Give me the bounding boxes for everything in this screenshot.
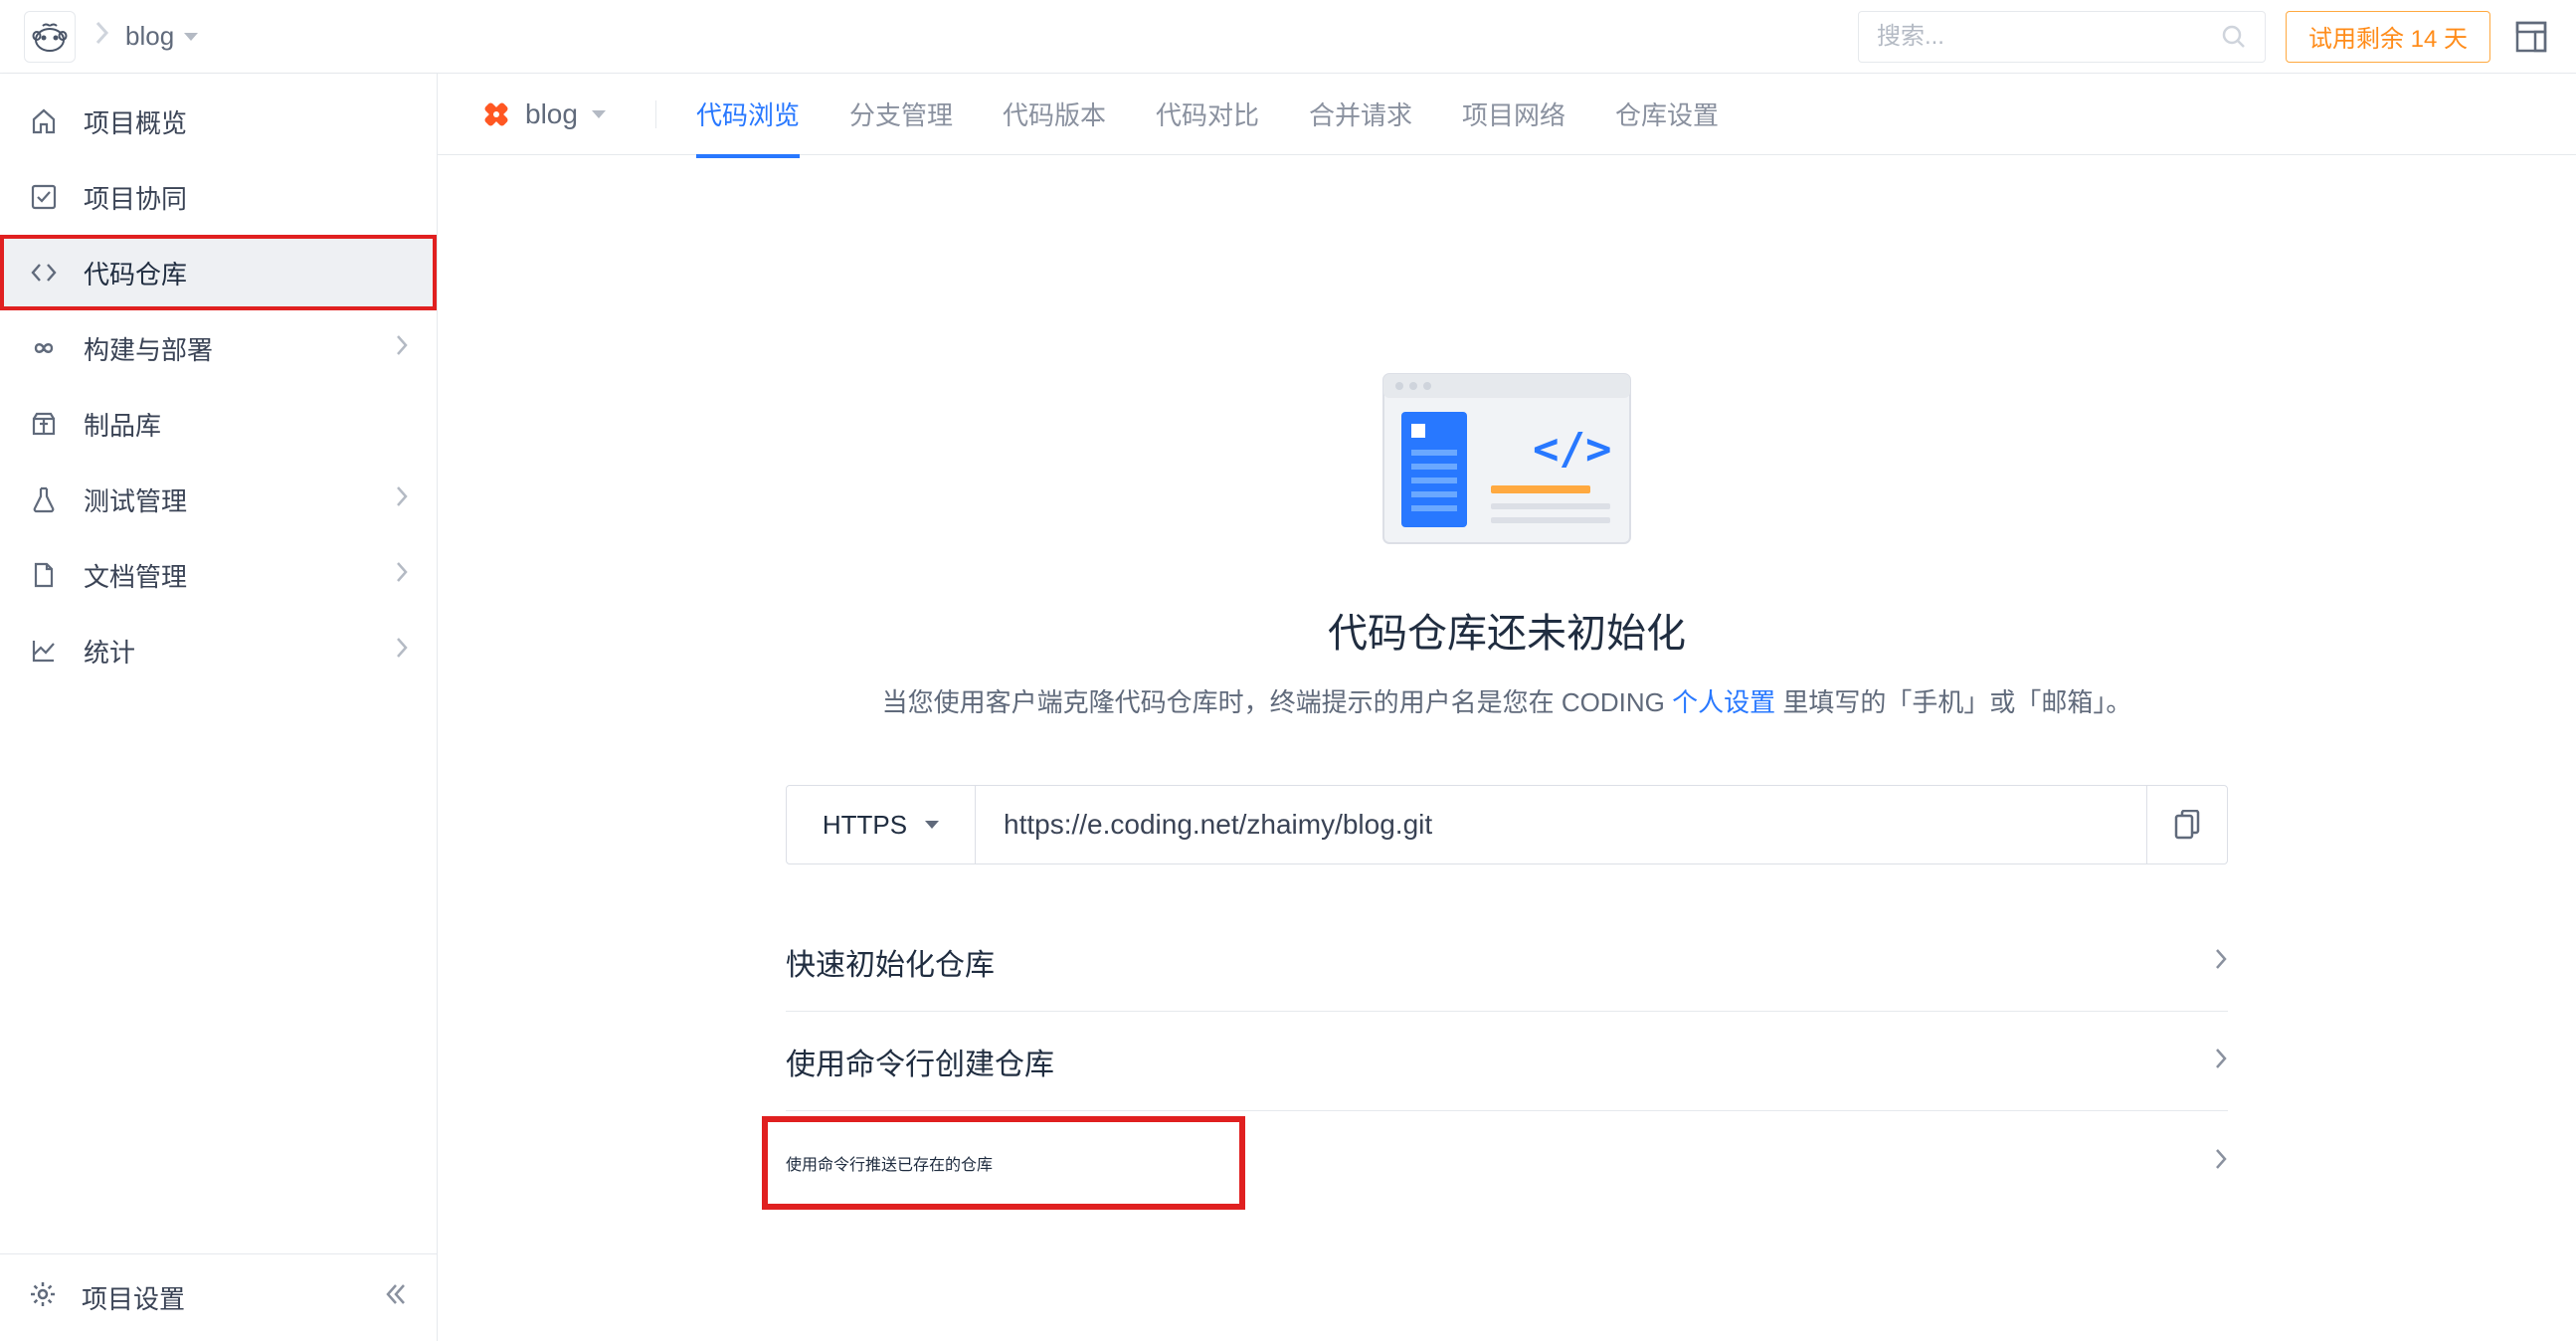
layout-icon xyxy=(2514,20,2548,54)
search-box[interactable] xyxy=(1858,11,2266,63)
main-content: blog 代码浏览分支管理代码版本代码对比合并请求项目网络仓库设置 </> xyxy=(438,74,2576,1341)
infinity-icon xyxy=(28,332,60,364)
repo-name: blog xyxy=(525,98,578,130)
chevron-right-icon xyxy=(395,636,409,667)
code-icon xyxy=(28,257,60,288)
clone-url-row: HTTPS https://e.coding.net/zhaimy/blog.g… xyxy=(786,785,2228,864)
sidebar-item-label: 项目协同 xyxy=(84,179,409,216)
sidebar-item-label: 构建与部署 xyxy=(84,330,371,367)
check-square-icon xyxy=(28,181,60,213)
empty-state: </> 代码仓库还未初始化 当您使用客户端克隆代码仓库时，终端提示的用户名是您在… xyxy=(438,155,2576,1211)
init-accordion: 快速初始化仓库使用命令行创建仓库使用命令行推送已存在的仓库 xyxy=(786,912,2228,1211)
search-icon xyxy=(2221,24,2247,50)
sidebar-item-check-square[interactable]: 项目协同 xyxy=(0,159,437,235)
sidebar-item-label: 文档管理 xyxy=(84,557,371,594)
sidebar-footer[interactable]: 项目设置 xyxy=(0,1253,437,1341)
sidebar-item-flask[interactable]: 测试管理 xyxy=(0,462,437,537)
personal-settings-link[interactable]: 个人设置 xyxy=(1672,687,1775,717)
clone-url-display[interactable]: https://e.coding.net/zhaimy/blog.git xyxy=(976,786,2147,863)
tab[interactable]: 代码浏览 xyxy=(696,74,800,156)
sidebar-item-code[interactable]: 代码仓库 xyxy=(0,235,437,310)
desc-pre: 当您使用客户端克隆代码仓库时，终端提示的用户名是您在 CODING xyxy=(882,687,1672,717)
sidebar-footer-label: 项目设置 xyxy=(82,1279,185,1316)
repo-selector[interactable]: blog xyxy=(481,98,606,130)
chart-icon xyxy=(28,635,60,667)
trial-text: 试用剩余 14 天 xyxy=(2308,19,2468,54)
chevron-right-icon xyxy=(2214,1045,2228,1078)
accordion-item-highlighted[interactable]: 使用命令行推送已存在的仓库 xyxy=(762,1116,1245,1210)
divider xyxy=(655,100,656,128)
sidebar-nav: 项目概览项目协同代码仓库构建与部署制品库测试管理文档管理统计 xyxy=(0,74,437,1253)
gear-icon xyxy=(28,1279,58,1316)
sidebar-item-label: 制品库 xyxy=(84,406,409,443)
sidebar-item-chart[interactable]: 统计 xyxy=(0,613,437,688)
chevron-right-icon xyxy=(395,560,409,591)
copy-icon xyxy=(2174,810,2200,840)
breadcrumb-current[interactable]: blog xyxy=(125,21,198,52)
chevron-right-icon xyxy=(2214,1147,2228,1176)
trial-badge[interactable]: 试用剩余 14 天 xyxy=(2286,11,2490,63)
tab[interactable]: 代码版本 xyxy=(1003,74,1106,156)
tab[interactable]: 分支管理 xyxy=(849,74,953,156)
caret-down-icon xyxy=(925,821,939,829)
workspace-avatar[interactable] xyxy=(24,11,76,63)
header-right: 试用剩余 14 天 xyxy=(1858,11,2552,63)
accordion-label: 使用命令行推送已存在的仓库 xyxy=(786,1151,993,1175)
tab[interactable]: 项目网络 xyxy=(1462,74,1565,156)
sidebar-item-label: 测试管理 xyxy=(84,481,371,518)
sidebar-item-home[interactable]: 项目概览 xyxy=(0,84,437,159)
sidebar-item-label: 统计 xyxy=(84,633,371,670)
sidebar-item-file[interactable]: 文档管理 xyxy=(0,537,437,613)
breadcrumb-label: blog xyxy=(125,21,174,52)
home-icon xyxy=(28,105,60,137)
empty-title: 代码仓库还未初始化 xyxy=(1328,601,1686,659)
top-header: blog 试用剩余 14 天 xyxy=(0,0,2576,74)
accordion-label: 使用命令行创建仓库 xyxy=(786,1040,1054,1083)
collapse-icon[interactable] xyxy=(383,1281,409,1314)
flask-icon xyxy=(28,483,60,515)
breadcrumb-sep-icon xyxy=(95,21,109,52)
chevron-right-icon xyxy=(2214,945,2228,979)
accordion-label: 快速初始化仓库 xyxy=(786,940,995,984)
tab[interactable]: 合并请求 xyxy=(1309,74,1412,156)
sidebar-item-package[interactable]: 制品库 xyxy=(0,386,437,462)
caret-down-icon xyxy=(592,110,606,118)
monkey-icon xyxy=(31,22,69,52)
caret-down-icon xyxy=(184,33,198,41)
accordion-item[interactable]: 使用命令行创建仓库 xyxy=(786,1012,2228,1111)
package-icon xyxy=(28,408,60,440)
copy-url-button[interactable] xyxy=(2147,786,2227,863)
tab[interactable]: 代码对比 xyxy=(1156,74,1259,156)
sub-header: blog 代码浏览分支管理代码版本代码对比合并请求项目网络仓库设置 xyxy=(438,74,2576,155)
git-icon xyxy=(481,99,511,129)
chevron-right-icon xyxy=(395,484,409,515)
empty-illustration: </> xyxy=(1374,364,1640,551)
accordion-item[interactable]: 快速初始化仓库 xyxy=(786,912,2228,1012)
sidebar-item-infinity[interactable]: 构建与部署 xyxy=(0,310,437,386)
sidebar-item-label: 项目概览 xyxy=(84,103,409,140)
desc-post: 里填写的「手机」或「邮箱」。 xyxy=(1775,687,2131,717)
layout-toggle-button[interactable] xyxy=(2510,16,2552,58)
empty-description: 当您使用客户端克隆代码仓库时，终端提示的用户名是您在 CODING 个人设置 里… xyxy=(882,682,2132,719)
clone-url: https://e.coding.net/zhaimy/blog.git xyxy=(1004,809,1432,841)
tabs: 代码浏览分支管理代码版本代码对比合并请求项目网络仓库设置 xyxy=(696,74,1719,156)
header-left: blog xyxy=(24,11,198,63)
sidebar: 项目概览项目协同代码仓库构建与部署制品库测试管理文档管理统计 项目设置 xyxy=(0,74,438,1341)
tab[interactable]: 仓库设置 xyxy=(1615,74,1719,156)
sidebar-item-label: 代码仓库 xyxy=(84,255,409,291)
file-icon xyxy=(28,559,60,591)
svg-text:</>: </> xyxy=(1533,424,1611,475)
protocol-select[interactable]: HTTPS xyxy=(787,786,976,863)
search-input[interactable] xyxy=(1877,23,2209,51)
breadcrumb: blog xyxy=(95,21,198,52)
chevron-right-icon xyxy=(395,333,409,364)
protocol-label: HTTPS xyxy=(823,810,907,841)
